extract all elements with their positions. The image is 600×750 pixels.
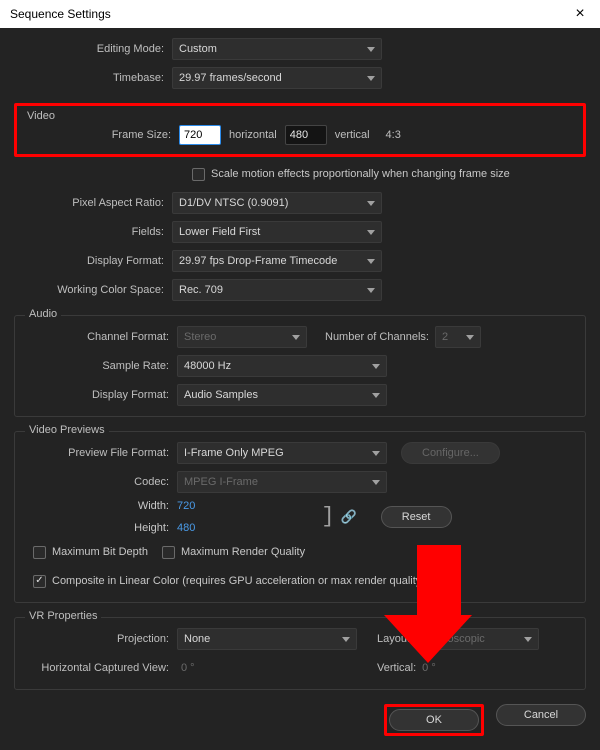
audio-legend: Audio — [25, 308, 61, 320]
chevron-down-icon — [342, 637, 350, 642]
timebase-select[interactable]: 29.97 frames/second — [172, 67, 382, 89]
wcs-label: Working Color Space: — [14, 284, 172, 296]
chevron-down-icon — [367, 259, 375, 264]
projection-select[interactable]: None — [177, 628, 357, 650]
wcs-select[interactable]: Rec. 709 — [172, 279, 382, 301]
chevron-down-icon — [367, 201, 375, 206]
fields-select[interactable]: Lower Field First — [172, 221, 382, 243]
vr-vertical-value: 0 ° — [422, 662, 436, 674]
video-previews-section: Video Previews Preview File Format: I-Fr… — [14, 431, 586, 603]
channel-format-select: Stereo — [177, 326, 307, 348]
hcv-value: 0 ° — [177, 662, 357, 674]
vertical-text: vertical — [335, 129, 370, 141]
par-select[interactable]: D1/DV NTSC (0.9091) — [172, 192, 382, 214]
reset-button[interactable]: Reset — [381, 506, 452, 528]
max-render-quality-checkbox[interactable] — [162, 546, 175, 559]
sample-rate-label: Sample Rate: — [19, 360, 177, 372]
chevron-down-icon — [292, 335, 300, 340]
vr-vertical-label: Vertical: — [377, 662, 422, 674]
preview-height-label: Height: — [134, 522, 169, 534]
max-bit-depth-checkbox[interactable] — [33, 546, 46, 559]
horizontal-text: horizontal — [229, 129, 277, 141]
previews-legend: Video Previews — [25, 424, 109, 436]
chevron-down-icon — [466, 335, 474, 340]
composite-linear-label: Composite in Linear Color (requires GPU … — [52, 575, 425, 587]
editing-mode-select[interactable]: Custom — [172, 38, 382, 60]
close-icon[interactable]: × — [570, 5, 590, 23]
pff-select[interactable]: I-Frame Only MPEG — [177, 442, 387, 464]
video-legend: Video — [27, 110, 55, 122]
chevron-down-icon — [372, 451, 380, 456]
codec-label: Codec: — [19, 476, 177, 488]
audio-section: Audio Channel Format: Stereo Number of C… — [14, 315, 586, 417]
video-display-format-label: Display Format: — [14, 255, 172, 267]
vr-legend: VR Properties — [25, 610, 101, 622]
chevron-down-icon — [372, 393, 380, 398]
link-bracket-icon: ] — [321, 506, 334, 528]
layout-select: Monoscopic — [419, 628, 539, 650]
par-label: Pixel Aspect Ratio: — [14, 197, 172, 209]
audio-display-format-label: Display Format: — [19, 389, 177, 401]
editing-mode-label: Editing Mode: — [14, 43, 172, 55]
preview-width-label: Width: — [138, 500, 169, 512]
window-title: Sequence Settings — [10, 7, 111, 21]
configure-button: Configure... — [401, 442, 500, 464]
channel-format-label: Channel Format: — [19, 331, 177, 343]
chevron-down-icon — [367, 288, 375, 293]
codec-select: MPEG I-Frame — [177, 471, 387, 493]
preview-width-value[interactable]: 720 — [177, 500, 195, 512]
num-channels-select: 2 — [435, 326, 481, 348]
chain-link-icon[interactable]: 🔗 — [341, 509, 357, 525]
chevron-down-icon — [367, 230, 375, 235]
hcv-label: Horizontal Captured View: — [19, 662, 177, 674]
frame-height-input[interactable] — [285, 125, 327, 145]
chevron-down-icon — [367, 76, 375, 81]
aspect-ratio-text: 4:3 — [386, 129, 401, 141]
sample-rate-select[interactable]: 48000 Hz — [177, 355, 387, 377]
composite-linear-checkbox[interactable] — [33, 575, 46, 588]
scale-motion-checkbox[interactable] — [192, 168, 205, 181]
frame-size-label: Frame Size: — [21, 129, 179, 141]
layout-label: Layout: — [377, 633, 419, 645]
frame-width-input[interactable] — [179, 125, 221, 145]
timebase-label: Timebase: — [14, 72, 172, 84]
chevron-down-icon — [367, 47, 375, 52]
chevron-down-icon — [372, 480, 380, 485]
ok-button[interactable]: OK — [389, 709, 479, 731]
ok-button-highlight: OK — [384, 704, 484, 736]
chevron-down-icon — [372, 364, 380, 369]
scale-motion-label: Scale motion effects proportionally when… — [211, 168, 510, 180]
fields-label: Fields: — [14, 226, 172, 238]
pff-label: Preview File Format: — [19, 447, 177, 459]
projection-label: Projection: — [19, 633, 177, 645]
vr-section: VR Properties Projection: None Layout: M… — [14, 617, 586, 690]
video-section-highlight: Video Frame Size: horizontal vertical 4:… — [14, 103, 586, 157]
max-render-quality-label: Maximum Render Quality — [181, 546, 305, 558]
preview-height-value[interactable]: 480 — [177, 522, 195, 534]
max-bit-depth-label: Maximum Bit Depth — [52, 546, 148, 558]
chevron-down-icon — [524, 637, 532, 642]
audio-display-format-select[interactable]: Audio Samples — [177, 384, 387, 406]
num-channels-label: Number of Channels: — [325, 331, 435, 343]
video-display-format-select[interactable]: 29.97 fps Drop-Frame Timecode — [172, 250, 382, 272]
title-bar: Sequence Settings × — [0, 0, 600, 28]
cancel-button[interactable]: Cancel — [496, 704, 586, 726]
